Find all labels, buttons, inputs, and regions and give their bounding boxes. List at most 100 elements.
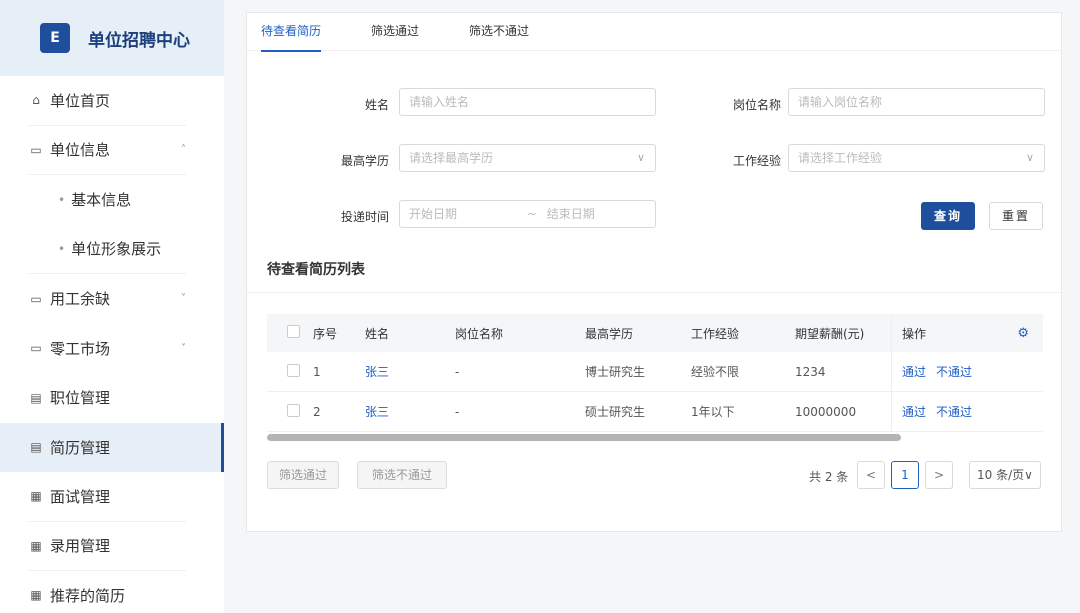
header-no: 序号 (313, 326, 338, 341)
header-education: 最高学历 (585, 326, 634, 341)
sidebar-item-recommended-resumes[interactable]: ▦ 推荐的简历 (28, 571, 186, 613)
scrollbar-thumb[interactable] (267, 434, 901, 441)
header-name: 姓名 (365, 326, 390, 341)
sidebar-item-basic-info[interactable]: • 基本信息 (28, 175, 186, 225)
sidebar: E 单位招聘中心 ⌂ 单位首页 ▭ 单位信息 ˄ • 基本信息 • 单位形象展示… (0, 0, 224, 613)
cell-no: 2 (313, 404, 321, 419)
sidebar-item-job-management[interactable]: ▤ 职位管理 (28, 373, 186, 423)
document-icon: ▤ (30, 440, 42, 455)
row-select-cell (267, 363, 313, 380)
sidebar-item-hire-management[interactable]: ▦ 录用管理 (28, 522, 186, 571)
folder-icon: ▭ (30, 142, 42, 157)
sidebar-item-label: 单位形象展示 (71, 240, 162, 259)
divider (247, 292, 1061, 293)
name-label: 姓名 (364, 98, 389, 112)
sidebar-item-company-image[interactable]: • 单位形象展示 (28, 225, 186, 274)
sidebar-item-label: 推荐的简历 (50, 586, 126, 605)
header-actions: 操作 ⚙ (891, 314, 1043, 352)
sidebar-menu: ⌂ 单位首页 ▭ 单位信息 ˄ • 基本信息 • 单位形象展示 ▭ 用工余缺 ˅… (0, 76, 224, 613)
sidebar-item-resume-management[interactable]: ▤ 简历管理 (0, 422, 224, 472)
cell-education: 博士研究生 (585, 365, 646, 379)
experience-placeholder: 请选择工作经验 (798, 151, 883, 165)
reject-link[interactable]: 不通过 (936, 403, 972, 420)
sidebar-item-label: 录用管理 (50, 537, 111, 556)
prev-page-button[interactable]: < (857, 461, 885, 489)
sidebar-item-gig-market[interactable]: ▭ 零工市场 ˅ (28, 324, 186, 374)
row-select-cell (267, 403, 313, 420)
cell-no: 1 (313, 364, 321, 379)
sidebar-item-interview-management[interactable]: ▦ 面试管理 (28, 472, 186, 522)
date-range-picker[interactable]: 开始日期 ~ 结束日期 (399, 200, 656, 228)
row-checkbox[interactable] (287, 403, 300, 417)
query-button[interactable]: 查询 (921, 202, 975, 230)
sidebar-item-labor-surplus[interactable]: ▭ 用工余缺 ˅ (28, 274, 186, 324)
brand-logo-icon: E (40, 23, 70, 53)
next-page-button[interactable]: > (925, 461, 953, 489)
sidebar-item-label: 基本信息 (71, 191, 132, 210)
folder-icon: ▭ (30, 291, 42, 306)
pass-link[interactable]: 通过 (902, 403, 926, 420)
reject-link[interactable]: 不通过 (936, 363, 972, 380)
tab-pending[interactable]: 待查看简历 (261, 13, 322, 52)
page-size-select[interactable]: 10 条/页∨ (969, 461, 1041, 489)
chevron-down-icon: ∨ (1025, 151, 1034, 164)
education-select[interactable]: 请选择最高学历 ∨ (399, 144, 656, 172)
bulk-pass-button[interactable]: 筛选通过 (267, 461, 339, 489)
education-placeholder: 请选择最高学历 (409, 151, 494, 165)
list-title: 待查看简历列表 (267, 262, 365, 278)
list-icon: ▦ (30, 538, 42, 553)
tab-passed[interactable]: 筛选通过 (371, 13, 419, 50)
cell-experience: 1年以下 (691, 405, 735, 419)
select-all-checkbox[interactable] (287, 325, 300, 338)
page-1-button[interactable]: 1 (891, 461, 919, 489)
cell-salary: 1234 (795, 364, 826, 379)
cell-position: - (455, 404, 460, 419)
search-form: 姓名 请输入姓名 岗位名称 请输入岗位名称 最高学历 请选择最高学历 ∨ 工作经… (247, 51, 1061, 261)
sidebar-item-label: 单位首页 (50, 91, 111, 110)
sidebar-item-home[interactable]: ⌂ 单位首页 (28, 76, 186, 126)
bulk-reject-button[interactable]: 筛选不通过 (357, 461, 447, 489)
sidebar-item-label: 简历管理 (50, 438, 111, 457)
date-separator: ~ (526, 207, 537, 221)
cell-salary: 10000000 (795, 404, 857, 419)
active-indicator (221, 422, 224, 472)
table-row: 2 张三 - 硕士研究生 1年以下 10000000 通过 不通过 (267, 392, 1043, 432)
cell-actions: 通过 不通过 (891, 392, 1043, 431)
experience-label: 工作经验 (732, 154, 781, 168)
cell-education: 硕士研究生 (585, 405, 646, 419)
date-label: 投递时间 (340, 210, 389, 224)
position-input[interactable]: 请输入岗位名称 (788, 88, 1045, 116)
bullet-icon: • (58, 241, 66, 256)
brand-title: 单位招聘中心 (88, 30, 190, 51)
pass-link[interactable]: 通过 (902, 363, 926, 380)
reset-button[interactable]: 重置 (989, 202, 1043, 230)
sidebar-item-company-info[interactable]: ▭ 单位信息 ˄ (28, 126, 186, 175)
cell-name-link[interactable]: 张三 (365, 363, 455, 380)
experience-select[interactable]: 请选择工作经验 ∨ (788, 144, 1045, 172)
sidebar-item-label: 职位管理 (50, 389, 111, 408)
date-end[interactable]: 结束日期 (547, 207, 595, 221)
gear-icon[interactable]: ⚙ (1017, 326, 1029, 341)
pager-total: 共 2 条 (809, 470, 849, 484)
name-input[interactable]: 请输入姓名 (399, 88, 656, 116)
resume-table: 序号 姓名 岗位名称 最高学历 工作经验 期望薪酬(元) 操作 ⚙ 1 张三 -… (267, 314, 1043, 441)
header-actions-label: 操作 (902, 326, 927, 341)
select-all-cell (267, 325, 313, 341)
chevron-down-icon: ˅ (181, 293, 186, 305)
chevron-down-icon: ˅ (181, 342, 186, 354)
list-icon: ▦ (30, 588, 42, 603)
folder-icon: ▭ (30, 341, 42, 356)
tab-rejected[interactable]: 筛选不通过 (469, 13, 529, 50)
chevron-down-icon: ∨ (636, 151, 645, 164)
header-experience: 工作经验 (691, 326, 740, 341)
list-icon: ▦ (30, 489, 42, 504)
table-header: 序号 姓名 岗位名称 最高学历 工作经验 期望薪酬(元) 操作 ⚙ (267, 314, 1043, 352)
row-checkbox[interactable] (287, 363, 300, 377)
sidebar-item-label: 零工市场 (50, 339, 111, 358)
cell-name-link[interactable]: 张三 (365, 403, 455, 420)
position-label: 岗位名称 (732, 98, 781, 112)
horizontal-scrollbar[interactable] (267, 434, 1043, 441)
header-salary: 期望薪酬(元) (795, 326, 865, 341)
date-start[interactable]: 开始日期 (409, 207, 457, 221)
document-icon: ▤ (30, 390, 42, 405)
